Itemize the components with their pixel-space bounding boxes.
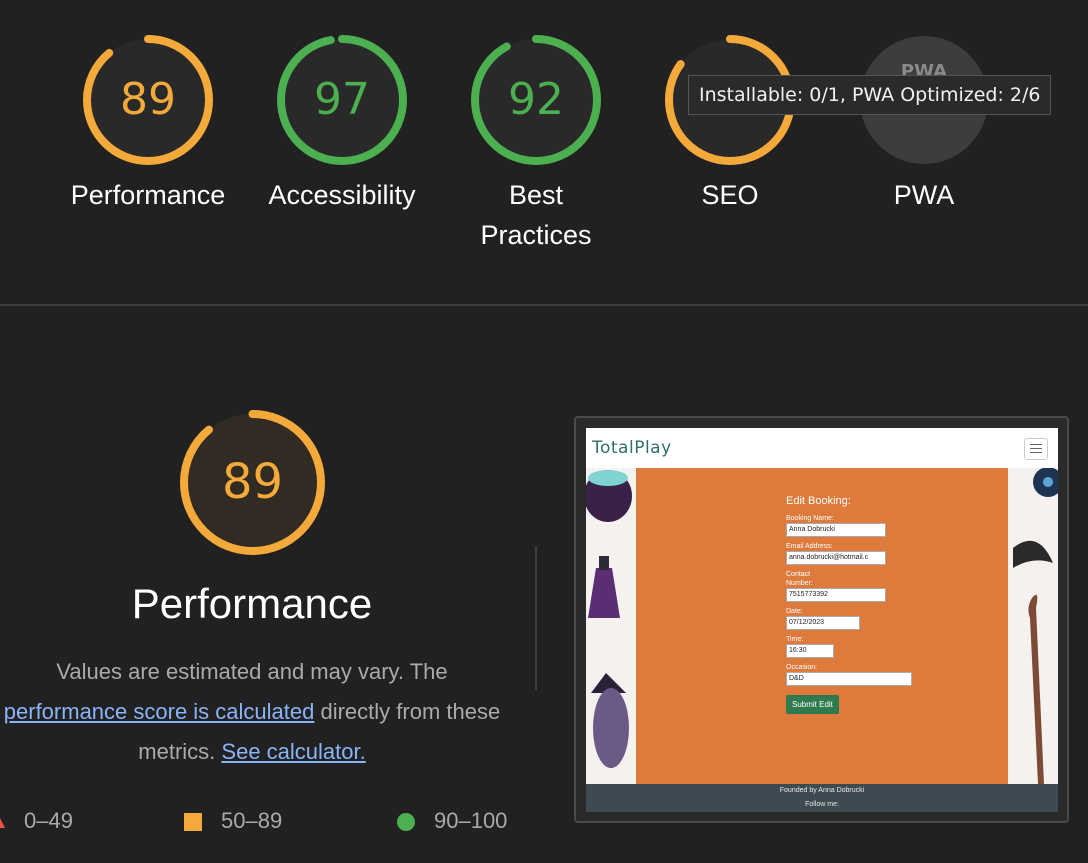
desc-text-start: Values are estimated and may vary. The [56,659,448,684]
gauge-label: Accessibility [268,180,416,210]
occasion-select: D&D [786,672,912,686]
site-navbar: TotalPlay [586,428,1058,468]
field-label: Contact Number: [786,571,813,587]
score-calculated-link[interactable]: performance score is calculated [4,699,315,724]
legend-pass: 90–100 [396,808,507,834]
site-brand: TotalPlay [592,438,672,458]
gauge-score: 89 [120,74,176,125]
field-label: Occasion: [786,664,818,671]
form-title: Edit Booking: [786,495,851,507]
hamburger-icon [1024,438,1048,460]
gauge-pwa[interactable]: PWA PWA [854,35,994,215]
gauge-accessibility[interactable]: 97 Accessibility [257,35,427,215]
wizard-staff-illustration [1013,468,1058,784]
final-screenshot[interactable]: TotalPlay Edit Booking: Booking Name: An… [574,416,1069,823]
gauge-label: Best Practices [480,180,592,250]
pwa-tooltip: Installable: 0/1, PWA Optimized: 2/6 [688,75,1052,115]
field-label: Booking Name: [786,515,834,522]
legend-label: 0–49 [24,808,73,833]
field-label: Time: [786,636,804,643]
email-input: anna.dobrucki@hotmail.c [786,551,886,565]
legend-label: 90–100 [434,808,508,833]
gauge-score: 97 [314,74,370,125]
performance-description: Values are estimated and may vary. The p… [0,652,504,772]
see-calculator-link[interactable]: See calculator. [221,739,365,764]
footer-follow: Follow me: [805,801,839,808]
gauge-label: PWA [893,180,955,210]
triangle-icon [0,818,5,829]
gauge-seo[interactable]: SEO [660,35,800,215]
performance-score: 89 [221,454,284,510]
gauge-label: SEO [701,180,759,210]
gauge-best-practices[interactable]: 92 Best Practices [466,35,606,255]
site-preview: TotalPlay Edit Booking: Booking Name: An… [586,428,1058,812]
edit-booking-form: Edit Booking: Booking Name: Anna Dobruck… [786,494,926,714]
circle-icon [397,813,415,832]
footer-founded: Founded by Anna Dobrucki [779,787,865,794]
legend-label: 50–89 [221,808,283,833]
gauge-score: 92 [508,74,564,125]
vertical-divider [535,546,537,690]
date-input: 07/12/2023 [786,616,860,630]
performance-score-gauge: 89 [180,410,325,555]
field-label: Date: [786,608,803,615]
contact-number-input: 7515773392 [786,588,886,602]
legend-fail: 0–49 [0,808,73,834]
gauge-label: Performance [70,180,226,210]
time-select: 16:30 [786,644,834,658]
performance-title: Performance [131,580,373,627]
booking-name-input: Anna Dobrucki [786,523,886,537]
submit-edit-button: Submit Edit [786,695,839,714]
gauge-performance[interactable]: 89 Performance [63,35,233,215]
cauldron-illustration [586,470,632,768]
square-icon [184,813,202,832]
site-footer: Founded by Anna Dobrucki Follow me: [586,784,1058,812]
section-divider [0,304,1088,306]
field-label: Email Address: [786,543,833,550]
legend-average: 50–89 [183,808,282,834]
